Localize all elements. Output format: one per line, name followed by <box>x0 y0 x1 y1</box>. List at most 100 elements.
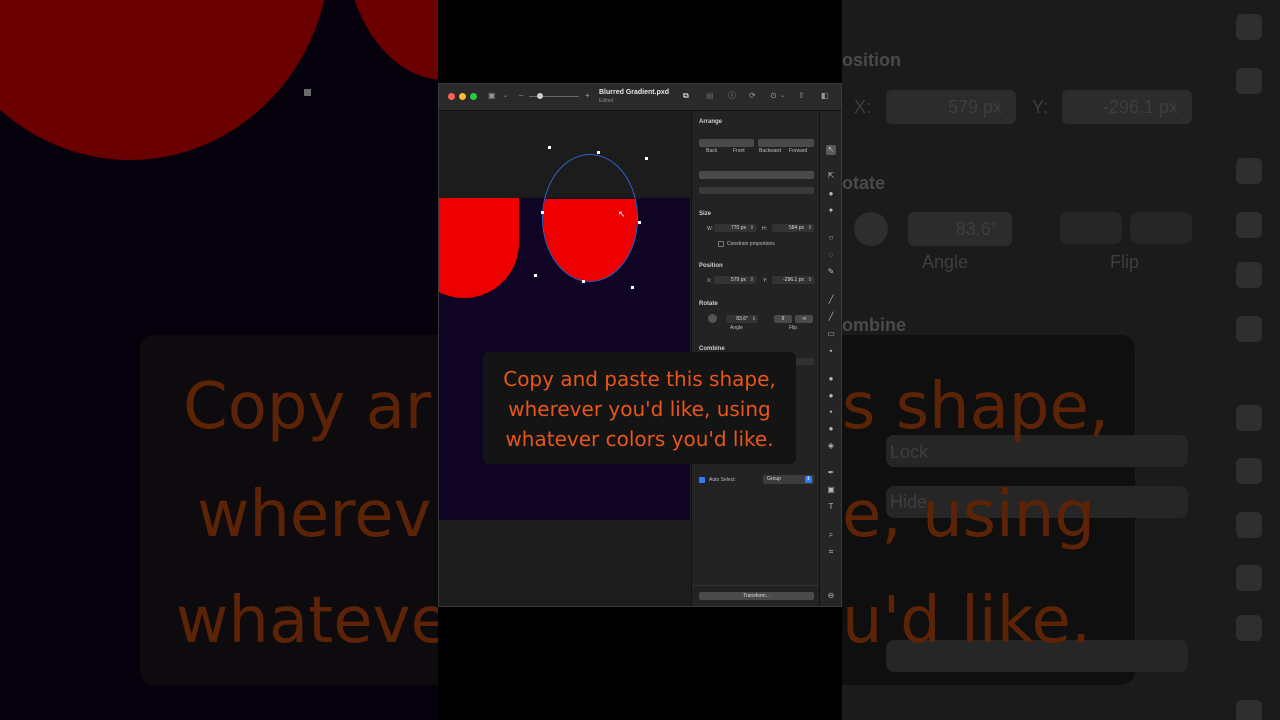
selection-handle[interactable] <box>597 151 600 154</box>
layers-icon[interactable]: ▤ <box>706 91 714 101</box>
distribute-buttons[interactable] <box>699 187 814 194</box>
back-button-label[interactable]: Back <box>706 148 717 154</box>
selection-handle[interactable] <box>541 211 544 214</box>
lasso-tool-icon[interactable]: ◌ <box>826 250 836 260</box>
text-tool-icon[interactable]: T <box>826 502 836 512</box>
width-label: W: <box>707 226 714 232</box>
height-field[interactable]: 584 px <box>772 224 814 232</box>
magic-wand-tool-icon[interactable]: ✎ <box>826 267 836 277</box>
blurred-tool-icon <box>1236 700 1262 720</box>
caption-line-3: whatever colors you'd like. <box>505 427 774 451</box>
crop-icon[interactable]: ⟳ <box>749 91 756 101</box>
blurred-caption-text: whateve <box>176 584 438 658</box>
blurred-lock-label: Lock <box>890 442 929 462</box>
tools-strip: ↖ ⇱ ● ✦ ○ ◌ ✎ ╱ ╱ ▭ ⬩ ● ● ⬩ ● ◈ ✒ ▣ T ⌕ … <box>819 111 841 606</box>
blurred-tool-icon <box>1236 615 1262 641</box>
blurred-red-shape <box>345 0 438 80</box>
app-window: ▣ ⌄ – + Blurred Gradient.pxd Edited ⧉ ▤ … <box>438 83 842 607</box>
zoom-slider-knob[interactable] <box>537 93 543 99</box>
pencil-tool-icon[interactable]: ╱ <box>826 312 836 322</box>
gradient-tool-icon[interactable]: ▭ <box>826 329 836 339</box>
backward-forward-segment[interactable] <box>758 139 814 147</box>
crop-tool-icon[interactable]: ⌗ <box>826 547 836 557</box>
forward-button-label[interactable]: Forward <box>789 148 807 154</box>
blurred-flip-label: Flip <box>1110 252 1140 272</box>
height-label: H: <box>762 226 767 232</box>
blur-tool-icon[interactable]: ● <box>826 424 836 434</box>
caption-line-1: Copy and paste this shape, <box>503 367 776 391</box>
ellipse-select-tool-icon[interactable]: ○ <box>826 233 836 243</box>
arrange-icon[interactable]: ⧉ <box>683 91 689 101</box>
info-icon[interactable]: ⓘ <box>728 91 736 101</box>
more-tools-icon[interactable]: ⊖ <box>826 591 836 601</box>
chevron-down-icon[interactable]: ⌄ <box>503 91 508 101</box>
pen-tool-icon[interactable]: ✒ <box>826 468 836 478</box>
selection-handle[interactable] <box>534 274 537 277</box>
blurred-background-left: Copy ar wherev whateve <box>0 0 438 720</box>
angle-dial[interactable] <box>708 314 717 323</box>
blurred-tool-icon <box>1236 14 1262 40</box>
constrain-proportions-label: Constrain proportions <box>727 241 775 247</box>
arrange-title: Arrange <box>699 119 723 125</box>
selection-handle[interactable] <box>645 157 648 160</box>
close-window-button[interactable] <box>448 93 455 100</box>
color-adjust-tool-icon[interactable]: ● <box>826 189 836 199</box>
zoom-tool-icon[interactable]: ⌕ <box>826 530 836 540</box>
caption-line-2: wherever you'd like, using <box>508 397 771 421</box>
blurred-angle-dial <box>854 212 888 246</box>
zoom-out-icon[interactable]: – <box>519 91 523 101</box>
zoom-in-icon[interactable]: + <box>585 91 590 101</box>
front-button-label[interactable]: Front <box>733 148 745 154</box>
more-options-icon[interactable]: ⊙ <box>770 91 777 101</box>
transform-button[interactable]: Transform... <box>699 592 814 600</box>
dropdown-arrows-icon[interactable]: ⇕ <box>805 476 812 483</box>
back-front-segment[interactable] <box>699 139 754 147</box>
x-position-field[interactable]: 579 px <box>714 276 756 284</box>
selection-handle[interactable] <box>631 286 634 289</box>
shape-tool-icon[interactable]: ▣ <box>826 485 836 495</box>
blurred-caption-text: u'd like. <box>842 584 1092 658</box>
flip-vertical-button[interactable]: ⊲ <box>795 315 813 323</box>
constrain-proportions-checkbox[interactable] <box>718 241 724 247</box>
move-tool-icon[interactable]: ⇱ <box>826 171 836 181</box>
chevron-down-icon[interactable]: ⌄ <box>780 91 785 101</box>
blurred-tool-icon <box>1236 458 1262 484</box>
position-title: Position <box>699 263 723 269</box>
zoom-window-button[interactable] <box>470 93 477 100</box>
backward-button-label[interactable]: Backward <box>759 148 781 154</box>
blurred-flip-h-button <box>1060 212 1122 244</box>
blurred-tool-icon <box>1236 405 1262 431</box>
align-buttons[interactable] <box>699 171 814 179</box>
y-position-field[interactable]: -296.1 px <box>772 276 814 284</box>
size-title: Size <box>699 211 712 217</box>
sparkle-tool-icon[interactable]: ✦ <box>826 206 836 216</box>
flip-horizontal-button[interactable]: ⊼ <box>774 315 792 323</box>
selection-handle[interactable] <box>638 221 641 224</box>
paint-bucket-tool-icon[interactable]: ◈ <box>826 441 836 451</box>
eraser-tool-icon[interactable]: ⬩ <box>826 346 836 356</box>
minimize-window-button[interactable] <box>459 93 466 100</box>
share-icon[interactable]: ⇧ <box>798 91 805 101</box>
clone-tool-icon[interactable]: ● <box>826 374 836 384</box>
blurred-background-right: osition X: 579 px Y: -296.1 px otate 83.… <box>842 0 1280 720</box>
blurred-flip-v-button <box>1130 212 1192 244</box>
sidebar-toggle-icon[interactable]: ▣ <box>488 91 496 101</box>
arrange-tool-icon[interactable]: ↖ <box>826 145 836 155</box>
blurred-tool-icon <box>1236 316 1262 342</box>
blurred-caption-text: wherev <box>197 478 432 552</box>
selection-handle[interactable] <box>548 146 551 149</box>
width-field[interactable]: 770 px <box>714 224 756 232</box>
blurred-combine-title: ombine <box>842 315 907 335</box>
blurred-rotate-title: otate <box>842 173 886 193</box>
selection-handle[interactable] <box>582 280 585 283</box>
inspector-toggle-icon[interactable]: ◧ <box>821 91 829 101</box>
angle-field[interactable]: 83.6° <box>726 315 758 323</box>
blurred-angle-label: Angle <box>922 252 969 272</box>
auto-select-checkbox[interactable] <box>699 477 705 483</box>
patch-tool-icon[interactable]: ⬩ <box>826 407 836 417</box>
heal-tool-icon[interactable]: ● <box>826 391 836 401</box>
brush-tool-icon[interactable]: ╱ <box>826 295 836 305</box>
auto-select-label: Auto Select: <box>709 477 736 483</box>
divider <box>692 585 819 586</box>
blurred-tool-icon <box>1236 158 1262 184</box>
